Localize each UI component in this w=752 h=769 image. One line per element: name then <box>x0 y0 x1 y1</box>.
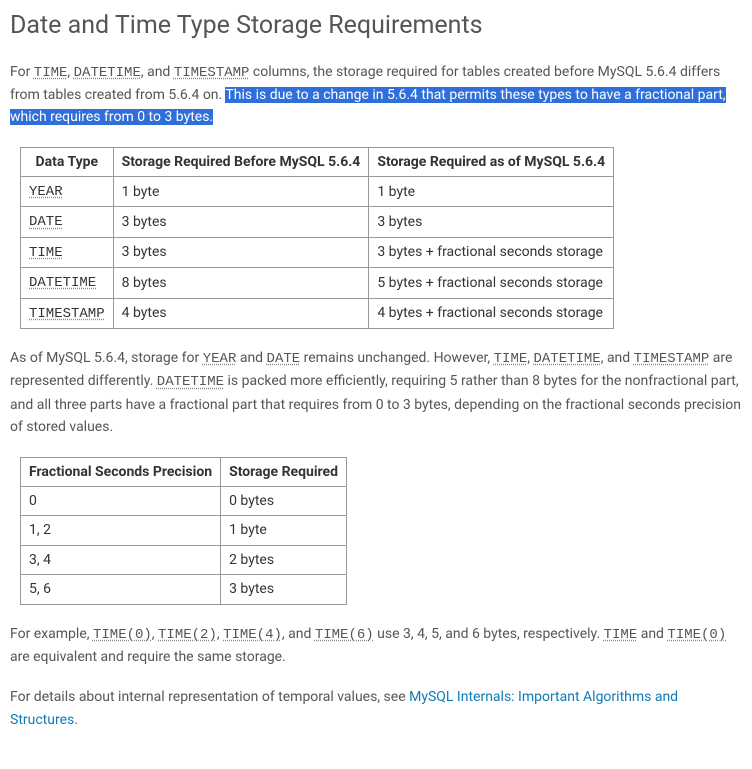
cell: 4 bytes <box>113 298 369 328</box>
middle-paragraph: As of MySQL 5.6.4, storage for YEAR and … <box>10 347 742 439</box>
type-literal: TIME <box>29 245 63 261</box>
type-literal: DATE <box>29 214 63 230</box>
table-row: TIME 3 bytes 3 bytes + fractional second… <box>21 237 614 267</box>
cell: 1 byte <box>221 516 347 545</box>
footer-paragraph: For details about internal representatio… <box>10 686 742 731</box>
cell: 1 byte <box>113 177 369 207</box>
type-time2: TIME(2) <box>158 627 217 643</box>
type-time: TIME <box>494 351 528 367</box>
type-datetime: DATETIME <box>157 374 224 390</box>
section-heading: Date and Time Type Storage Requirements <box>10 10 742 43</box>
text: , and <box>282 626 315 642</box>
table-row: 1, 2 1 byte <box>21 516 347 545</box>
cell: 0 <box>21 486 221 515</box>
type-time0: TIME(0) <box>667 627 726 643</box>
storage-requirements-table: Data Type Storage Required Before MySQL … <box>20 147 614 329</box>
col-header: Fractional Seconds Precision <box>21 457 221 486</box>
cell: 5, 6 <box>21 575 221 604</box>
text: and <box>236 350 266 366</box>
intro-paragraph: For TIME, DATETIME, and TIMESTAMP column… <box>10 61 742 129</box>
text: For details about internal representatio… <box>10 689 409 705</box>
cell: 3 bytes <box>221 575 347 604</box>
text: , and <box>601 350 634 366</box>
text: As of MySQL 5.6.4, storage for <box>10 350 203 366</box>
cell: 3 bytes <box>113 237 369 267</box>
col-header: Storage Required Before MySQL 5.6.4 <box>113 147 369 176</box>
cell: 8 bytes <box>113 268 369 298</box>
text: , and <box>141 64 174 80</box>
type-year: YEAR <box>203 351 237 367</box>
type-timestamp: TIMESTAMP <box>634 351 710 367</box>
text: For example, <box>10 626 93 642</box>
cell: 3 bytes <box>113 207 369 237</box>
cell: 3 bytes <box>369 207 614 237</box>
cell: 5 bytes + fractional seconds storage <box>369 268 614 298</box>
cell: 3, 4 <box>21 545 221 574</box>
table-row: DATE 3 bytes 3 bytes <box>21 207 614 237</box>
cell: 2 bytes <box>221 545 347 574</box>
table-row: 0 0 bytes <box>21 486 347 515</box>
text: For <box>10 64 34 80</box>
col-header: Storage Required as of MySQL 5.6.4 <box>369 147 614 176</box>
table-row: YEAR 1 byte 1 byte <box>21 177 614 207</box>
type-literal: YEAR <box>29 184 63 200</box>
type-literal: DATETIME <box>29 275 96 291</box>
type-time0: TIME(0) <box>93 627 152 643</box>
col-header: Storage Required <box>221 457 347 486</box>
cell: 0 bytes <box>221 486 347 515</box>
text: and <box>637 626 667 642</box>
type-datetime: DATETIME <box>74 65 141 81</box>
cell: 3 bytes + fractional seconds storage <box>369 237 614 267</box>
text: are equivalent and require the same stor… <box>10 649 286 665</box>
text: . <box>74 712 78 728</box>
table-row: 3, 4 2 bytes <box>21 545 347 574</box>
cell: 1 byte <box>369 177 614 207</box>
table-row: 5, 6 3 bytes <box>21 575 347 604</box>
cell: 1, 2 <box>21 516 221 545</box>
text: remains unchanged. However, <box>300 350 494 366</box>
text: use 3, 4, 5, and 6 bytes, respectively. <box>374 626 604 642</box>
type-literal: TIMESTAMP <box>29 306 105 322</box>
table-row: TIMESTAMP 4 bytes 4 bytes + fractional s… <box>21 298 614 328</box>
type-timestamp: TIMESTAMP <box>174 65 250 81</box>
cell: 4 bytes + fractional seconds storage <box>369 298 614 328</box>
table-row: DATETIME 8 bytes 5 bytes + fractional se… <box>21 268 614 298</box>
fractional-precision-table: Fractional Seconds Precision Storage Req… <box>20 457 347 605</box>
col-header: Data Type <box>21 147 114 176</box>
type-time6: TIME(6) <box>315 627 374 643</box>
type-time: TIME <box>604 627 638 643</box>
type-time4: TIME(4) <box>223 627 282 643</box>
example-paragraph: For example, TIME(0), TIME(2), TIME(4), … <box>10 623 742 669</box>
type-date: DATE <box>267 351 301 367</box>
type-datetime: DATETIME <box>534 351 601 367</box>
type-time: TIME <box>34 65 68 81</box>
